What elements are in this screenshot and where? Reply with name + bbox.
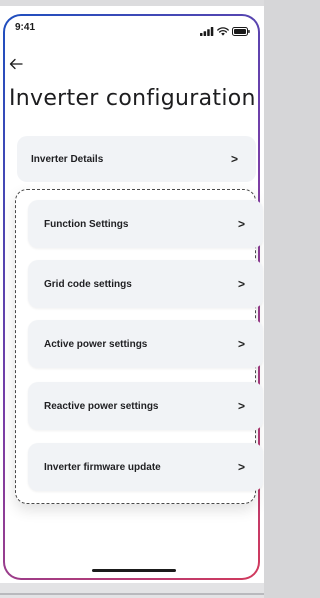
screen: 9:41 Inverter configuration Inverter Det… [0,0,264,598]
active-power-settings-button[interactable]: Active power settings > [28,320,263,368]
inverter-firmware-update-button[interactable]: Inverter firmware update > [28,443,263,491]
status-icons [200,23,250,41]
function-settings-button[interactable]: Function Settings > [28,200,263,248]
top-strip [0,0,264,6]
reactive-power-settings-button[interactable]: Reactive power settings > [28,382,263,430]
status-time: 9:41 [15,22,36,33]
wifi-icon [217,23,229,41]
bottom-strip [0,583,264,598]
reactive-power-settings-label: Reactive power settings [44,400,159,412]
page-title: Inverter configuration [9,86,256,111]
chevron-right-icon: > [230,152,238,166]
inverter-firmware-update-label: Inverter firmware update [44,461,161,473]
back-arrow-icon[interactable] [8,56,24,72]
active-power-settings-label: Active power settings [44,338,148,350]
chevron-right-icon: > [237,337,245,351]
chevron-right-icon: > [237,277,245,291]
inverter-details-button[interactable]: Inverter Details > [17,136,256,182]
grid-code-settings-button[interactable]: Grid code settings > [28,260,263,308]
home-indicator[interactable] [92,569,176,572]
phone-frame: 9:41 Inverter configuration Inverter Det… [3,14,263,580]
chevron-right-icon: > [237,460,245,474]
function-settings-label: Function Settings [44,218,129,230]
cellular-signal-icon [200,23,214,41]
battery-icon [232,23,250,41]
settings-group: Function Settings > Grid code settings >… [15,189,263,504]
chevron-right-icon: > [237,399,245,413]
status-bar: 9:41 [11,20,256,38]
chevron-right-icon: > [237,217,245,231]
grid-code-settings-label: Grid code settings [44,278,132,290]
inverter-details-label: Inverter Details [31,153,104,165]
